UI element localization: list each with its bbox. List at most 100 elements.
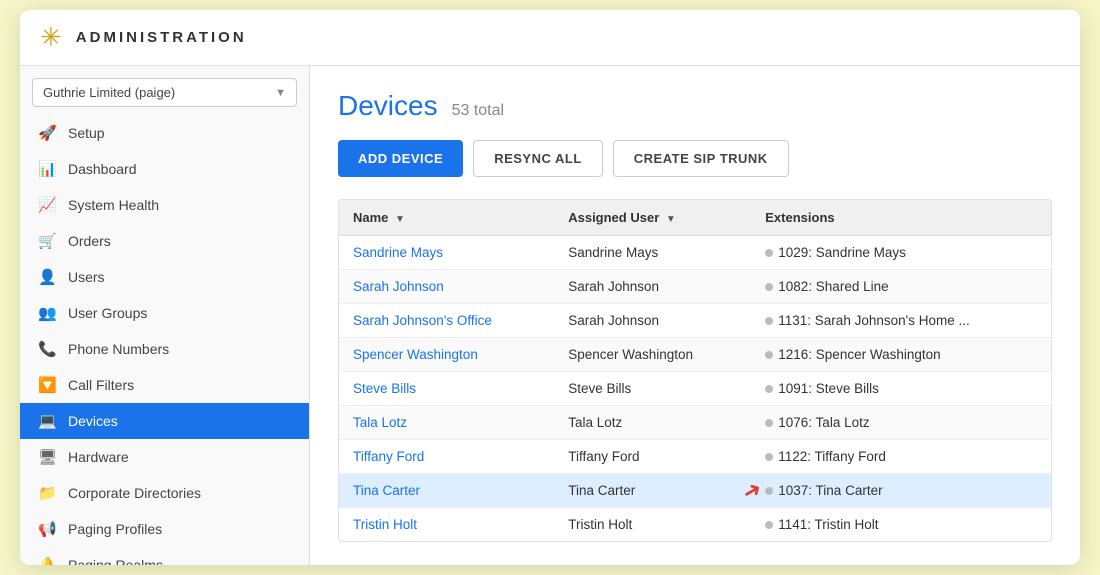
call-filters-icon: 🔽 [38,376,56,394]
ext-text: 1037: Tina Carter [778,483,882,498]
cell-assigned-user: Sarah Johnson [554,304,751,338]
sidebar-item-users[interactable]: 👤 Users [20,259,309,295]
col-name[interactable]: Name ▼ [339,200,554,236]
col-extensions: Extensions [751,200,1051,236]
sidebar-item-user-groups[interactable]: 👥 User Groups [20,295,309,331]
cell-assigned-user: Sarah Johnson [554,270,751,304]
sort-icon: ▼ [395,214,405,225]
cell-name: Sandrine Mays [339,236,554,270]
devices-icon: 💻 [38,412,56,430]
action-buttons: ADD DEVICE RESYNC ALL CREATE SIP TRUNK [338,140,1052,177]
sidebar-item-setup[interactable]: 🚀 Setup [20,115,309,151]
phone-numbers-icon: 📞 [38,340,56,358]
sidebar-item-call-filters[interactable]: 🔽 Call Filters [20,367,309,403]
sidebar-item-corporate-directories[interactable]: 📁 Corporate Directories [20,475,309,511]
cell-extension: 1076: Tala Lotz [751,406,1051,440]
table-row[interactable]: Tristin Holt Tristin Holt 1141: Tristin … [339,508,1051,542]
sidebar-label-devices: Devices [68,413,118,429]
sidebar-label-phone-numbers: Phone Numbers [68,341,169,357]
sidebar-label-paging-realms: Paging Realms [68,557,163,565]
user-groups-icon: 👥 [38,304,56,322]
cell-assigned-user: Spencer Washington [554,338,751,372]
sidebar-label-corporate-directories: Corporate Directories [68,485,201,501]
org-dropdown-label: Guthrie Limited (paige) [43,85,175,100]
sidebar-item-system-health[interactable]: 📈 System Health [20,187,309,223]
sidebar-label-hardware: Hardware [68,449,129,465]
paging-realms-icon: 🔔 [38,556,56,565]
ext-status-dot [765,521,773,529]
table-row[interactable]: Steve Bills Steve Bills 1091: Steve Bill… [339,372,1051,406]
orders-icon: 🛒 [38,232,56,250]
app-header: ✳ ADMINISTRATION [20,10,1080,66]
table-row[interactable]: Sarah Johnson Sarah Johnson 1082: Shared… [339,270,1051,304]
table-row[interactable]: Sarah Johnson's Office Sarah Johnson 113… [339,304,1051,338]
dashboard-icon: 📊 [38,160,56,178]
app-title: ADMINISTRATION [76,29,247,46]
sidebar-item-paging-profiles[interactable]: 📢 Paging Profiles [20,511,309,547]
cell-name: Steve Bills [339,372,554,406]
cell-assigned-user: Tiffany Ford [554,440,751,474]
sidebar: Guthrie Limited (paige) ▼ 🚀 Setup 📊 Dash… [20,66,310,565]
cell-name: Tina Carter [339,474,554,508]
page-header: Devices 53 total [338,90,1052,122]
ext-status-dot [765,351,773,359]
sidebar-nav: 🚀 Setup 📊 Dashboard 📈 System Health 🛒 Or… [20,115,309,565]
sidebar-item-devices[interactable]: 💻 Devices [20,403,309,439]
cell-assigned-user: Tala Lotz [554,406,751,440]
cell-name: Tala Lotz [339,406,554,440]
setup-icon: 🚀 [38,124,56,142]
ext-status-dot [765,419,773,427]
create-sip-trunk-button[interactable]: CREATE SIP TRUNK [613,140,789,177]
sidebar-item-phone-numbers[interactable]: 📞 Phone Numbers [20,331,309,367]
hardware-icon: 🖥 [38,448,56,466]
org-dropdown[interactable]: Guthrie Limited (paige) ▼ [32,78,297,107]
ext-text: 1076: Tala Lotz [778,415,869,430]
table-row[interactable]: Tina Carter Tina Carter ➜ 1037: Tina Car… [339,474,1051,508]
table-row[interactable]: Tala Lotz Tala Lotz 1076: Tala Lotz [339,406,1051,440]
devices-table: Name ▼ Assigned User ▼ Extensions Sandri… [339,200,1051,541]
ext-status-dot [765,385,773,393]
table-header: Name ▼ Assigned User ▼ Extensions [339,200,1051,236]
ext-text: 1141: Tristin Holt [778,517,878,532]
devices-table-container: Name ▼ Assigned User ▼ Extensions Sandri… [338,199,1052,542]
sidebar-label-paging-profiles: Paging Profiles [68,521,162,537]
table-row[interactable]: Spencer Washington Spencer Washington 12… [339,338,1051,372]
corporate-directories-icon: 📁 [38,484,56,502]
sidebar-item-hardware[interactable]: 🖥 Hardware [20,439,309,475]
ext-text: 1122: Tiffany Ford [778,449,886,464]
cell-extension: 1141: Tristin Holt [751,508,1051,542]
ext-text: 1091: Steve Bills [778,381,879,396]
cell-assigned-user: Steve Bills [554,372,751,406]
resync-all-button[interactable]: RESYNC ALL [473,140,603,177]
ext-status-dot [765,283,773,291]
sidebar-item-paging-realms[interactable]: 🔔 Paging Realms [20,547,309,565]
chevron-down-icon: ▼ [275,87,286,99]
sidebar-item-dashboard[interactable]: 📊 Dashboard [20,151,309,187]
sidebar-label-users: Users [68,269,105,285]
cell-extension: 1029: Sandrine Mays [751,236,1051,270]
sort-icon: ▼ [666,214,676,225]
app-body: Guthrie Limited (paige) ▼ 🚀 Setup 📊 Dash… [20,66,1080,565]
col-assigned-user[interactable]: Assigned User ▼ [554,200,751,236]
main-content: Devices 53 total ADD DEVICE RESYNC ALL C… [310,66,1080,565]
cell-extension: 1216: Spencer Washington [751,338,1051,372]
cell-extension: 1122: Tiffany Ford [751,440,1051,474]
sidebar-label-user-groups: User Groups [68,305,147,321]
table-row[interactable]: Tiffany Ford Tiffany Ford 1122: Tiffany … [339,440,1051,474]
add-device-button[interactable]: ADD DEVICE [338,140,463,177]
cell-assigned-user: Tristin Holt [554,508,751,542]
cell-assigned-user: Tina Carter ➜ [554,474,751,508]
table-body: Sandrine Mays Sandrine Mays 1029: Sandri… [339,236,1051,542]
ext-status-dot [765,453,773,461]
cell-name: Spencer Washington [339,338,554,372]
cell-name: Sarah Johnson's Office [339,304,554,338]
users-icon: 👤 [38,268,56,286]
paging-profiles-icon: 📢 [38,520,56,538]
sidebar-label-system-health: System Health [68,197,159,213]
sidebar-label-orders: Orders [68,233,111,249]
table-row[interactable]: Sandrine Mays Sandrine Mays 1029: Sandri… [339,236,1051,270]
logo-icon: ✳ [40,22,62,53]
sidebar-label-dashboard: Dashboard [68,161,137,177]
system-health-icon: 📈 [38,196,56,214]
sidebar-item-orders[interactable]: 🛒 Orders [20,223,309,259]
